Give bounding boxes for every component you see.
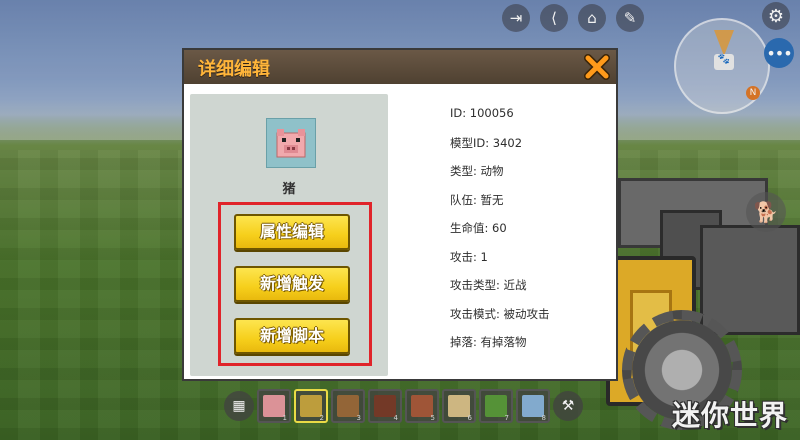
pig-icon: [266, 118, 316, 168]
add-script-button[interactable]: 新增脚本: [234, 318, 350, 354]
info-health: 生命值: 60: [450, 221, 507, 235]
entity-panel: 猪 属性编辑 新增触发 新增脚本: [190, 94, 388, 376]
info-drop: 掉落: 有掉落物: [450, 335, 527, 349]
info-attack-type: 攻击类型: 近战: [450, 278, 527, 292]
detail-edit-dialog: 详细编辑 猪 属性编辑 新增触发 新增脚本 ID: 100056 模型ID: 3…: [182, 48, 618, 381]
dialog-header: 详细编辑: [184, 50, 616, 84]
info-type: 类型: 动物: [450, 164, 504, 178]
dialog-title: 详细编辑: [198, 59, 270, 80]
entity-name: 猪: [282, 182, 296, 197]
info-attack-mode: 攻击模式: 被动攻击: [450, 306, 550, 321]
info-attack: 攻击: 1: [450, 249, 488, 264]
entity-info-list: ID: 100056 模型ID: 3402 类型: 动物 队伍: 暂无 生命值:…: [450, 106, 550, 363]
pig-sprite: [276, 129, 306, 158]
info-id: ID: 100056: [450, 106, 514, 120]
edit-attributes-button[interactable]: 属性编辑: [234, 214, 350, 250]
close-icon-glyph: [584, 54, 610, 80]
close-icon[interactable]: [582, 52, 612, 82]
info-model-id: 模型ID: 3402: [450, 135, 523, 150]
info-team: 队伍: 暂无: [450, 192, 504, 207]
add-trigger-button[interactable]: 新增触发: [234, 266, 350, 302]
